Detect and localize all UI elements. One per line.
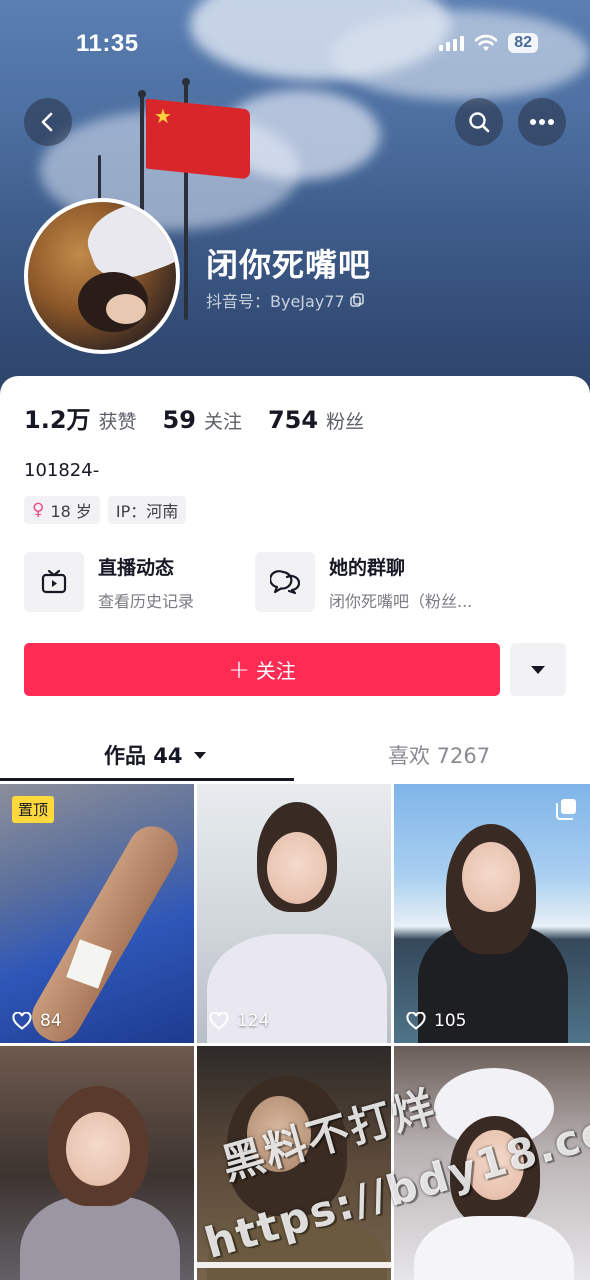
battery-indicator: 82 — [508, 33, 538, 53]
stat-followers[interactable]: 754 粉丝 — [268, 406, 364, 434]
age-text: 18 岁 — [50, 502, 92, 521]
pinned-badge: 置顶 — [12, 796, 55, 823]
profile-tags: ♀ 18 岁 IP：河南 — [24, 496, 187, 524]
follow-button[interactable]: + 关注 — [24, 643, 500, 696]
video-thumbnail[interactable] — [0, 1046, 194, 1280]
age-tag: ♀ 18 岁 — [24, 496, 100, 524]
back-button[interactable] — [24, 98, 72, 146]
video-thumbnail[interactable]: 105 — [394, 784, 590, 1043]
caret-down-icon — [193, 751, 206, 759]
video-likes: 84 — [12, 1011, 62, 1031]
signal-icon — [439, 35, 465, 51]
female-gender-icon: ♀ — [32, 500, 45, 520]
heart-outline-icon — [406, 1012, 426, 1030]
stat-label: 关注 — [203, 411, 242, 433]
search-button[interactable] — [455, 98, 503, 146]
likes-count: 105 — [434, 1011, 467, 1031]
feature-icon-box — [24, 552, 84, 612]
stat-number: 59 — [162, 406, 196, 434]
video-thumbnail[interactable]: 置顶 84 — [0, 784, 194, 1043]
status-indicators: 82 — [439, 33, 538, 53]
douyin-id[interactable]: 抖音号：ByeJay77 — [206, 288, 365, 312]
stat-number: 754 — [267, 406, 319, 434]
stat-following[interactable]: 59 关注 — [163, 406, 242, 434]
tv-icon — [41, 569, 67, 594]
video-likes: 105 — [406, 1011, 466, 1031]
video-thumbnail[interactable]: 124 — [197, 784, 391, 1043]
feature-title: 直播动态 — [98, 556, 175, 579]
tab-works[interactable]: 作品 44 — [104, 740, 207, 770]
stat-label: 获赞 — [98, 411, 137, 433]
copy-icon[interactable] — [349, 292, 365, 308]
likes-count: 84 — [40, 1011, 62, 1031]
status-time: 11:35 — [76, 30, 139, 57]
search-icon — [469, 112, 490, 133]
plus-icon: + — [228, 654, 250, 685]
likes-count: 124 — [237, 1011, 270, 1031]
wifi-icon — [474, 34, 498, 51]
stat-number: 1.2万 — [24, 406, 91, 434]
ip-text: IP：河南 — [115, 502, 179, 521]
group-chat-entry[interactable]: 她的群聊 闭你死嘴吧（粉丝... — [255, 552, 472, 612]
follow-label: 关注 — [255, 659, 296, 683]
heart-outline-icon — [209, 1012, 229, 1030]
tab-label: 作品 44 — [104, 744, 183, 768]
profile-nickname: 闭你死嘴吧 — [206, 246, 372, 284]
feature-subtitle: 闭你死嘴吧（粉丝... — [329, 591, 473, 611]
live-history-entry[interactable]: 直播动态 查看历史记录 — [24, 552, 194, 612]
feature-subtitle: 查看历史记录 — [98, 591, 195, 611]
video-likes: 124 — [209, 1011, 269, 1031]
heart-outline-icon — [12, 1012, 32, 1030]
active-tab-indicator — [0, 778, 294, 781]
douyin-id-text: 抖音号：ByeJay77 — [206, 292, 345, 311]
more-button[interactable] — [518, 98, 566, 146]
chat-bubbles-icon — [270, 570, 300, 595]
profile-stats: 1.2万 获赞 59 关注 754 粉丝 — [24, 400, 364, 435]
profile-tabs: 作品 44 喜欢 7267 — [0, 726, 590, 782]
profile-bio: 101824- — [24, 460, 100, 481]
avatar[interactable] — [24, 198, 180, 354]
caret-down-icon — [531, 665, 545, 674]
feature-title: 她的群聊 — [329, 556, 406, 579]
tab-likes[interactable]: 喜欢 7267 — [388, 740, 490, 770]
tab-label: 喜欢 7267 — [388, 744, 491, 768]
home-indicator — [194, 1262, 394, 1268]
feature-icon-box — [255, 552, 315, 612]
multi-image-icon — [556, 799, 576, 820]
more-horizontal-icon — [530, 119, 554, 125]
chevron-left-icon — [41, 112, 53, 132]
stat-label: 粉丝 — [326, 411, 365, 433]
more-actions-dropdown[interactable] — [510, 643, 566, 696]
ip-tag: IP：河南 — [107, 496, 187, 524]
stat-likes[interactable]: 1.2万 获赞 — [24, 400, 137, 435]
